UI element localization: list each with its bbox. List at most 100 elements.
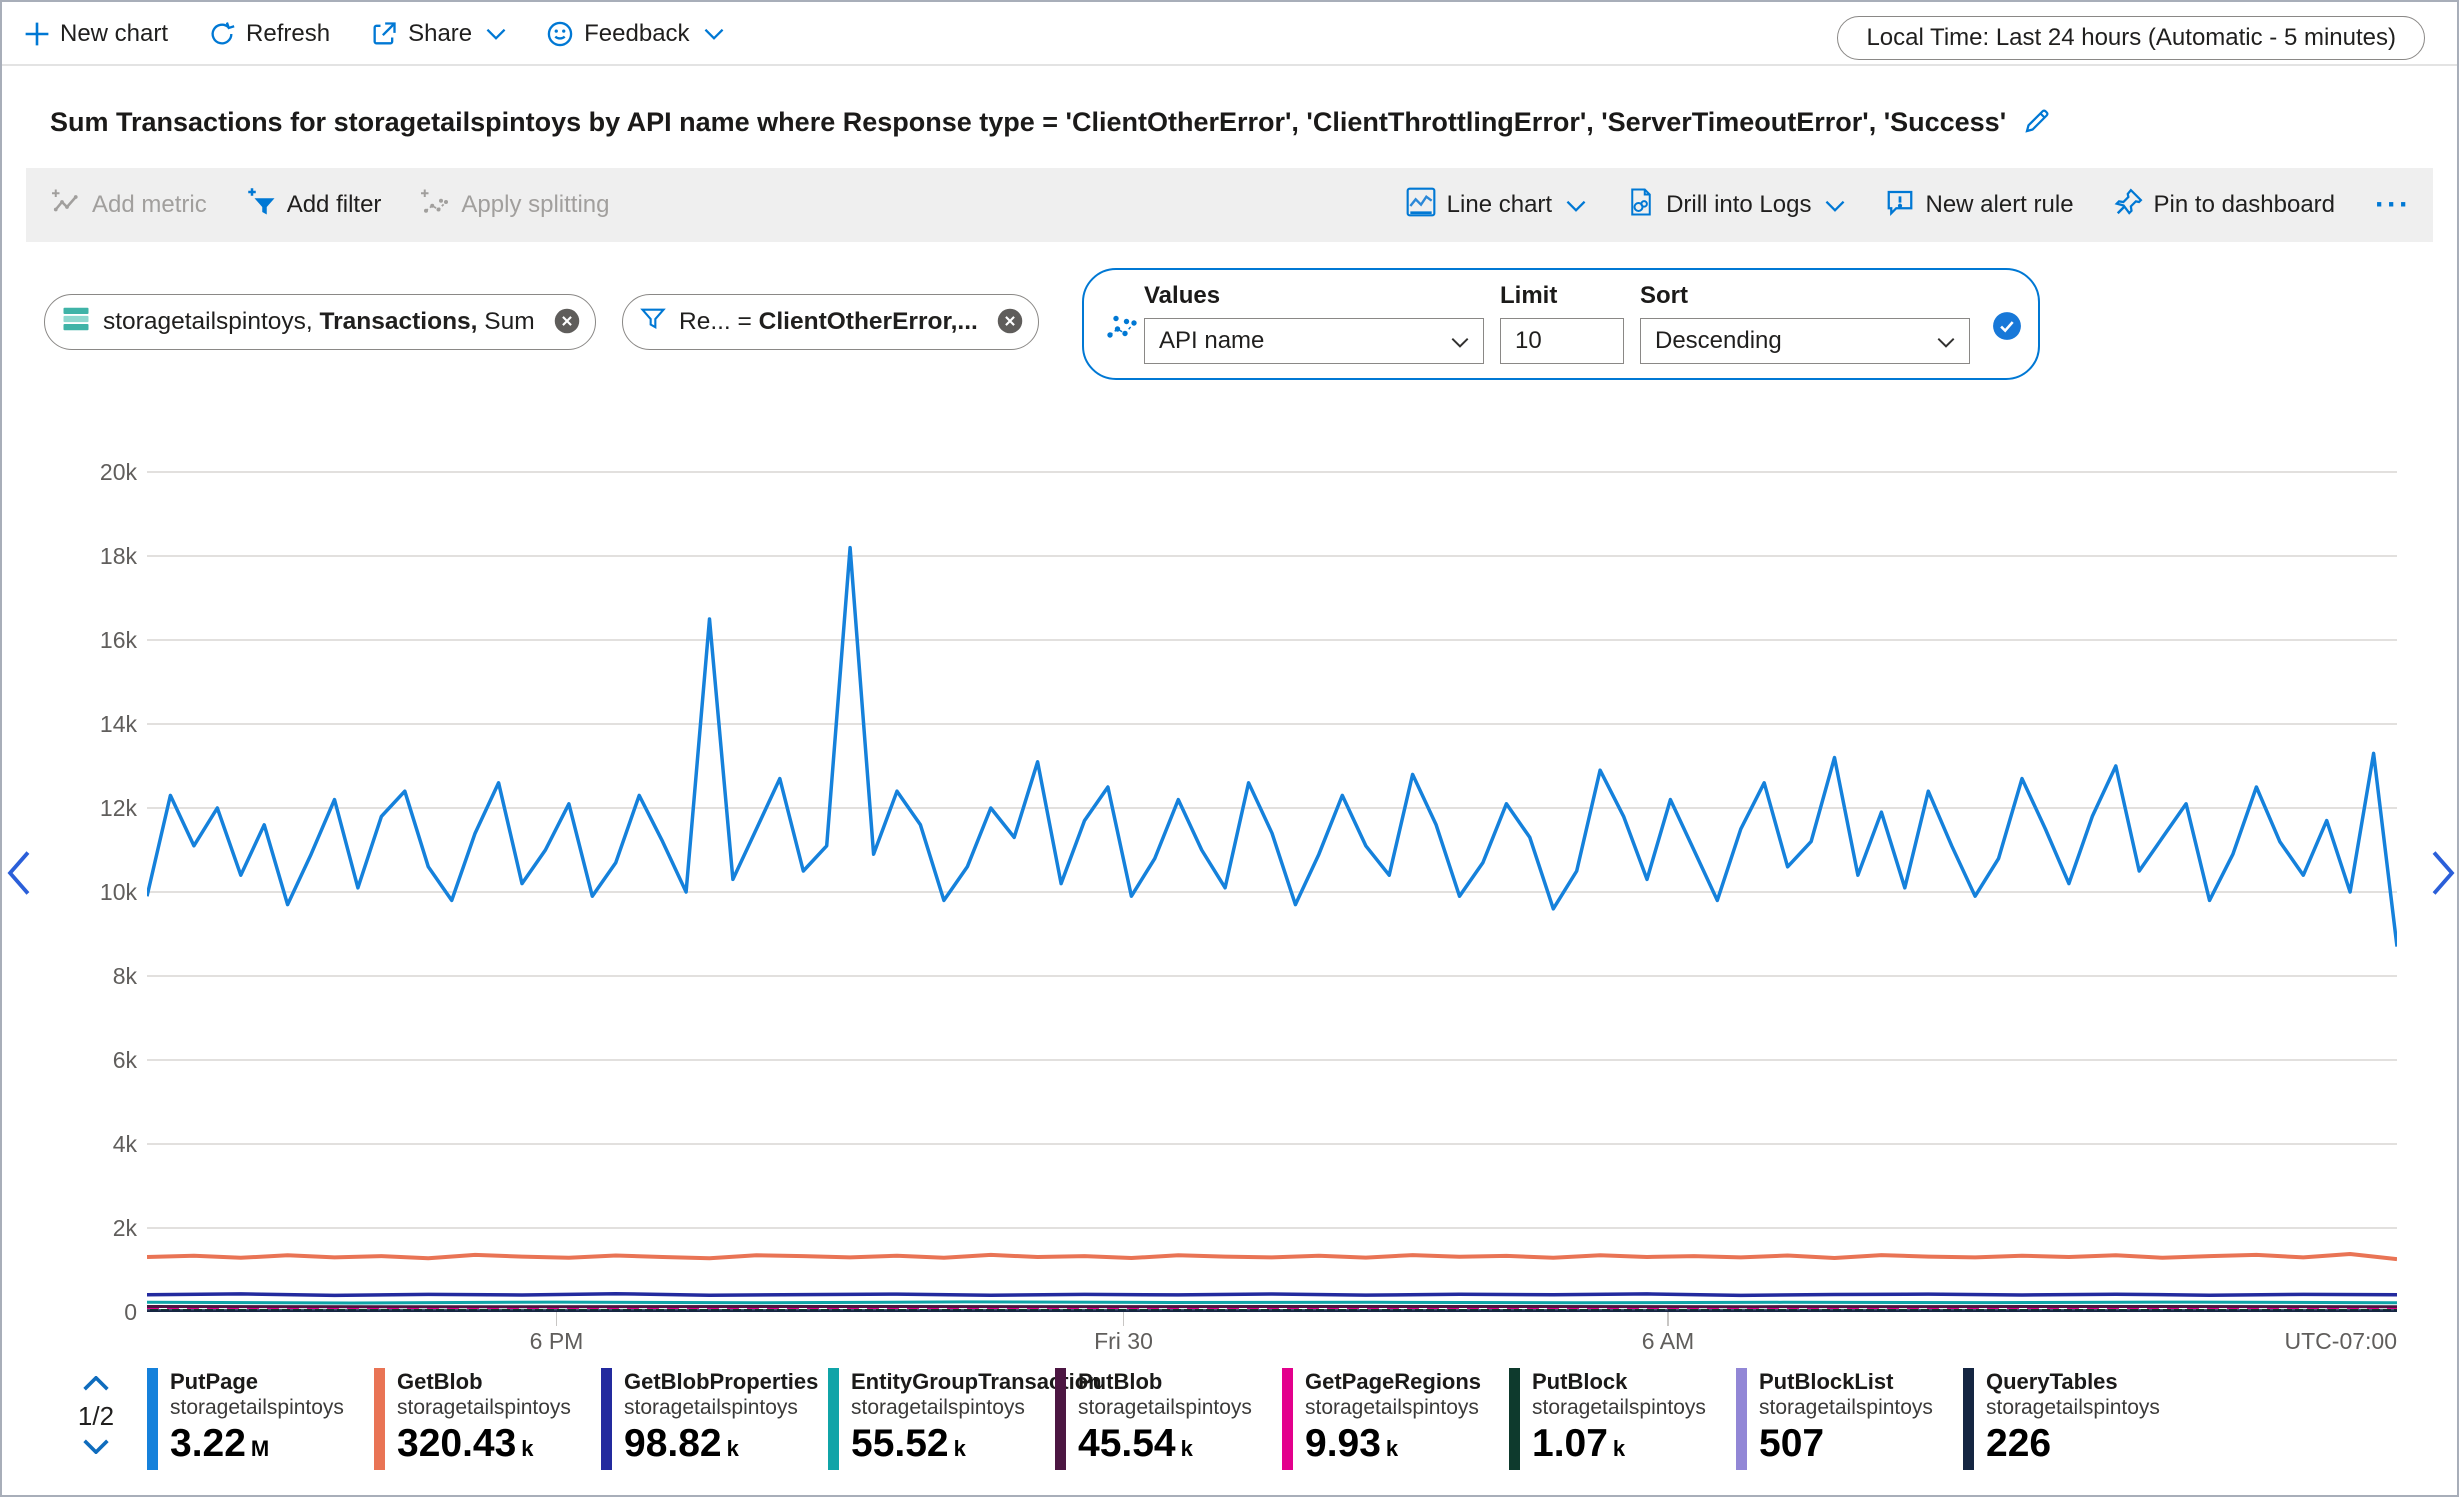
time-range-label: Local Time: Last 24 hours (Automatic - 5… [1866, 24, 2396, 52]
chevron-left-icon [6, 884, 32, 899]
series-total: 3.22M [170, 1422, 269, 1465]
legend-item[interactable]: GetBlobProperties storagetailspintoys 98… [601, 1368, 828, 1472]
chevron-down-icon [1451, 327, 1469, 355]
y-axis-tick: 16k [57, 626, 137, 654]
funnel-plus-icon [247, 187, 277, 224]
metric-pill-text: storagetailspintoys, Transactions, Sum [103, 308, 535, 336]
new-chart-button[interactable]: New chart [24, 20, 168, 48]
sort-label: Sort [1640, 282, 1688, 310]
legend-item[interactable]: EntityGroupTransaction storagetailspinto… [828, 1368, 1055, 1472]
sort-selected: Descending [1655, 327, 1782, 355]
storage-account-icon [61, 304, 91, 341]
plus-icon [24, 21, 50, 47]
splitting-panel: Values API name Limit Sort Descending [1082, 268, 2040, 380]
filter-pill-text: Re... = ClientOtherError,... [679, 308, 978, 336]
legend-page-down-button[interactable] [83, 1439, 109, 1457]
chart-type-button[interactable]: Line chart [1405, 186, 1586, 225]
splitting-icon [421, 187, 451, 224]
edit-title-button[interactable] [2020, 104, 2054, 141]
series-total: 507 [1759, 1422, 1829, 1465]
series-color-swatch [147, 1368, 158, 1470]
feedback-button[interactable]: Feedback [546, 20, 723, 48]
drill-into-logs-label: Drill into Logs [1666, 191, 1811, 219]
chevron-down-icon [83, 1439, 109, 1457]
remove-metric-button[interactable] [553, 307, 581, 338]
legend-item[interactable]: PutBlob storagetailspintoys 45.54k [1055, 1368, 1282, 1472]
series-total: 45.54k [1078, 1422, 1193, 1465]
chart-legend: PutPage storagetailspintoys 3.22M GetBlo… [147, 1368, 2190, 1472]
limit-label: Limit [1500, 282, 1557, 310]
more-options-button[interactable]: ··· [2375, 195, 2411, 215]
series-account: storagetailspintoys [624, 1396, 798, 1419]
new-chart-label: New chart [60, 20, 168, 48]
close-icon [553, 307, 581, 338]
values-select[interactable]: API name [1144, 318, 1484, 364]
metric-pill[interactable]: storagetailspintoys, Transactions, Sum [44, 294, 596, 350]
series-account: storagetailspintoys [397, 1396, 571, 1419]
y-axis-tick: 12k [57, 794, 137, 822]
series-account: storagetailspintoys [1532, 1396, 1706, 1419]
legend-item[interactable]: GetBlob storagetailspintoys 320.43k [374, 1368, 601, 1472]
metrics-explorer: New chart Refresh Share Feedback Local T… [0, 0, 2459, 1497]
x-axis-tickmark [1123, 1312, 1125, 1326]
series-account: storagetailspintoys [851, 1396, 1025, 1419]
series-name: PutBlockList [1759, 1369, 1893, 1394]
funnel-icon [639, 305, 667, 340]
series-total: 98.82k [624, 1422, 739, 1465]
logs-document-icon [1626, 187, 1656, 224]
series-name: PutBlob [1078, 1369, 1162, 1394]
series-total: 320.43k [397, 1422, 534, 1465]
chevron-down-icon [1566, 191, 1586, 219]
y-axis-tick: 4k [57, 1130, 137, 1158]
apply-splitting-confirm-button[interactable] [1992, 311, 2022, 344]
chevron-down-icon [1825, 191, 1845, 219]
add-metric-button[interactable]: Add metric [52, 187, 207, 224]
new-alert-rule-button[interactable]: New alert rule [1885, 187, 2073, 224]
y-axis-tick: 18k [57, 542, 137, 570]
remove-filter-button[interactable] [996, 307, 1024, 338]
filter-pill[interactable]: Re... = ClientOtherError,... [622, 294, 1039, 350]
drill-into-logs-button[interactable]: Drill into Logs [1626, 187, 1845, 224]
legend-item[interactable]: GetPageRegions storagetailspintoys 9.93k [1282, 1368, 1509, 1472]
legend-item[interactable]: PutBlockList storagetailspintoys 507 [1736, 1368, 1963, 1472]
series-color-swatch [1509, 1368, 1520, 1470]
chevron-up-icon [83, 1376, 109, 1394]
previous-chart-button[interactable] [6, 850, 32, 899]
y-axis-tick: 20k [57, 458, 137, 486]
metrics-line-chart[interactable] [147, 442, 2397, 1312]
legend-item[interactable]: QueryTables storagetailspintoys 226 [1963, 1368, 2190, 1472]
series-name: PutBlock [1532, 1369, 1627, 1394]
series-name: GetBlob [397, 1369, 483, 1394]
series-color-swatch [1055, 1368, 1066, 1470]
share-button[interactable]: Share [370, 20, 506, 48]
share-icon [370, 20, 398, 48]
series-color-swatch [601, 1368, 612, 1470]
next-chart-button[interactable] [2430, 850, 2456, 899]
series-account: storagetailspintoys [1759, 1396, 1933, 1419]
legend-page-up-button[interactable] [83, 1376, 109, 1394]
series-color-swatch [1282, 1368, 1293, 1470]
series-total: 55.52k [851, 1422, 966, 1465]
chevron-down-icon [486, 28, 506, 40]
series-name: PutPage [170, 1369, 258, 1394]
pin-to-dashboard-button[interactable]: Pin to dashboard [2114, 187, 2335, 224]
y-axis-tick: 6k [57, 1046, 137, 1074]
legend-item[interactable]: PutBlock storagetailspintoys 1.07k [1509, 1368, 1736, 1472]
series-account: storagetailspintoys [1078, 1396, 1252, 1419]
refresh-button[interactable]: Refresh [208, 20, 330, 48]
x-axis-tick: 6 PM [487, 1328, 627, 1355]
add-filter-button[interactable]: Add filter [247, 187, 382, 224]
chart-type-label: Line chart [1447, 191, 1552, 219]
values-selected: API name [1159, 327, 1264, 355]
chevron-down-icon [704, 28, 724, 40]
time-range-button[interactable]: Local Time: Last 24 hours (Automatic - 5… [1837, 16, 2425, 60]
page-title: Sum Transactions for storagetailspintoys… [50, 104, 2006, 140]
chevron-down-icon [1937, 327, 1955, 355]
values-label: Values [1144, 282, 1220, 310]
legend-item[interactable]: PutPage storagetailspintoys 3.22M [147, 1368, 374, 1472]
apply-splitting-button[interactable]: Apply splitting [421, 187, 609, 224]
limit-input[interactable] [1500, 318, 1624, 364]
series-account: storagetailspintoys [1305, 1396, 1479, 1419]
series-color-swatch [1736, 1368, 1747, 1470]
sort-select[interactable]: Descending [1640, 318, 1970, 364]
